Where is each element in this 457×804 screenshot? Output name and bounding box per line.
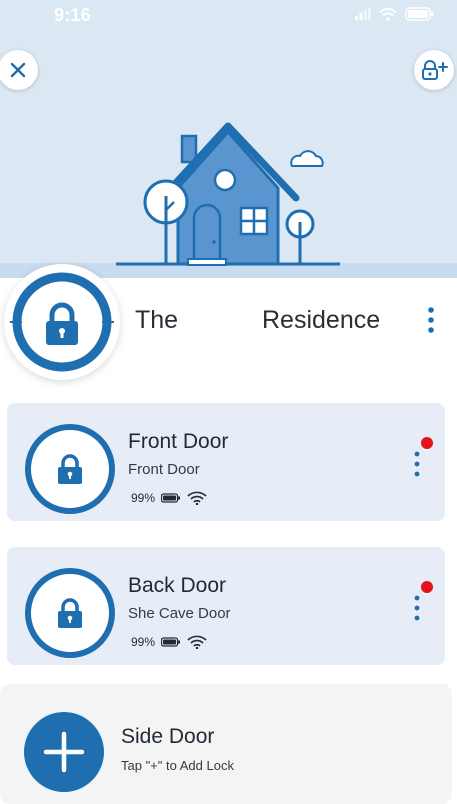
home-name-part2: Residence <box>262 306 381 334</box>
battery-icon <box>161 493 181 503</box>
home-lock-icon <box>10 272 114 372</box>
lock-card-body[interactable]: Front Door Front Door 99% <box>7 403 445 521</box>
lock-more-icon[interactable] <box>412 594 422 622</box>
lock-status-button[interactable] <box>25 424 115 514</box>
lock-more-icon[interactable] <box>412 450 422 478</box>
lock-status-row: 99% <box>131 635 207 649</box>
alert-dot <box>421 581 433 593</box>
add-lock-plus-button[interactable] <box>24 712 104 792</box>
lock-status-row: 99% <box>131 491 207 505</box>
cellular-signal-icon <box>355 8 371 20</box>
status-bar: 9:16 <box>0 0 457 30</box>
lock-plus-icon <box>422 60 448 80</box>
plus-icon <box>43 731 85 773</box>
add-lock-hint: Tap "+" to Add Lock <box>121 758 234 773</box>
home-more-icon[interactable] <box>423 306 439 336</box>
lock-card[interactable]: Front Door Front Door 99% <box>0 396 452 528</box>
wifi-icon <box>187 635 207 649</box>
add-lock-card[interactable]: Side Door Tap "+" to Add Lock <box>0 684 452 804</box>
lock-status-button[interactable] <box>25 568 115 658</box>
lock-card[interactable]: Back Door She Cave Door 99% <box>0 540 452 672</box>
wifi-icon <box>379 7 397 21</box>
add-lock-name: Side Door <box>121 725 215 748</box>
lock-icon <box>58 454 82 484</box>
close-icon <box>10 62 26 78</box>
battery-icon <box>161 637 181 647</box>
battery-percent: 99% <box>131 491 156 505</box>
wifi-icon <box>187 491 207 505</box>
lock-subtitle: Front Door <box>128 461 200 478</box>
house-illustration <box>116 122 340 266</box>
lock-card-body[interactable]: Back Door She Cave Door 99% <box>7 547 445 665</box>
status-icons <box>355 6 435 22</box>
alert-dot <box>421 437 433 449</box>
add-lock-button[interactable] <box>414 50 454 90</box>
battery-percent: 99% <box>131 635 156 649</box>
lock-subtitle: She Cave Door <box>128 605 231 622</box>
lock-name: Back Door <box>128 574 227 597</box>
status-time: 9:16 <box>54 5 91 25</box>
lock-name: Front Door <box>128 430 229 453</box>
home-lock-button[interactable] <box>4 264 120 380</box>
home-name-part1: The <box>135 306 179 334</box>
lock-icon <box>58 598 82 628</box>
battery-icon <box>405 7 434 21</box>
